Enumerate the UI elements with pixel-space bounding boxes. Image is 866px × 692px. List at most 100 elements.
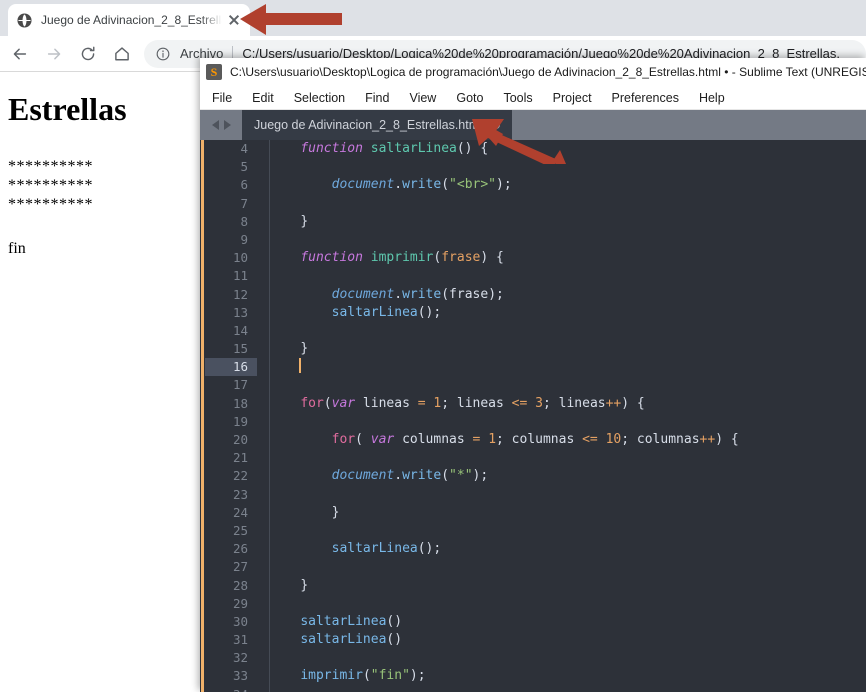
code-token: ++ <box>699 432 716 447</box>
code-token: ; <box>433 304 442 320</box>
code-line[interactable]: } <box>269 577 866 595</box>
code-line[interactable] <box>269 267 866 285</box>
info-icon[interactable] <box>154 45 172 63</box>
code-line[interactable] <box>269 413 866 431</box>
code-token: { <box>496 250 504 266</box>
code-line[interactable] <box>269 558 866 576</box>
reload-button[interactable] <box>74 40 102 68</box>
code-line[interactable] <box>269 158 866 176</box>
code-line[interactable]: document.write("<br>"); <box>269 176 866 194</box>
code-line[interactable]: saltarLinea(); <box>269 304 866 322</box>
line-number: 22 <box>232 468 248 484</box>
code-token: var <box>331 395 356 411</box>
sublime-editor[interactable]: 4 5 6 7 8 9 10 11 12 13 14 15 16 17 18 19 20 21 22 23 24 25 26… <box>200 140 866 692</box>
menu-edit[interactable]: Edit <box>252 91 274 105</box>
menu-view[interactable]: View <box>409 91 436 105</box>
code-token: document <box>331 286 395 302</box>
code-token: lineas <box>355 395 418 411</box>
code-token: 3 <box>535 395 543 411</box>
menu-tools[interactable]: Tools <box>503 91 532 105</box>
code-token: frase <box>441 250 481 266</box>
code-token: <= <box>511 395 528 411</box>
code-line[interactable]: function saltarLinea() { <box>269 140 866 158</box>
code-token: ; <box>496 286 504 302</box>
code-token: ) <box>621 395 630 411</box>
code-line[interactable] <box>269 522 866 540</box>
menu-preferences[interactable]: Preferences <box>612 91 679 105</box>
menu-goto[interactable]: Goto <box>456 91 483 105</box>
code-line[interactable]: } <box>269 504 866 522</box>
chrome-tab[interactable]: Juego de Adivinacion_2_8_Estrellas.html <box>8 4 250 36</box>
code-token: = <box>417 395 426 411</box>
line-number: 33 <box>232 668 248 684</box>
code-line[interactable] <box>269 649 866 667</box>
line-number: 30 <box>232 613 248 629</box>
code-area[interactable]: function saltarLinea() { document.write(… <box>257 140 866 692</box>
code-line[interactable]: saltarLinea() <box>269 613 866 631</box>
code-line[interactable]: document.write(frase); <box>269 286 866 304</box>
code-line[interactable]: } <box>269 340 866 358</box>
menu-find[interactable]: Find <box>365 91 389 105</box>
menu-help[interactable]: Help <box>699 91 725 105</box>
code-line[interactable]: imprimir("fin"); <box>269 667 866 685</box>
code-line[interactable] <box>269 322 866 340</box>
code-token: ( <box>441 286 450 302</box>
chevron-right-icon[interactable] <box>223 120 231 130</box>
code-line[interactable] <box>269 486 866 504</box>
line-number: 27 <box>232 559 248 575</box>
code-line[interactable]: document.write("*"); <box>269 467 866 485</box>
line-number: 24 <box>232 504 248 520</box>
code-token: ++ <box>605 395 622 411</box>
line-number: 13 <box>232 304 248 320</box>
sublime-menu-bar: File Edit Selection Find View Goto Tools… <box>200 86 866 110</box>
code-token: write <box>402 286 442 302</box>
code-line[interactable] <box>269 449 866 467</box>
code-token: ( <box>441 468 450 484</box>
home-button[interactable] <box>108 40 136 68</box>
code-token: <= <box>582 432 598 447</box>
sublime-logo-glyph: S <box>210 64 218 79</box>
chevron-left-icon[interactable] <box>211 120 219 130</box>
line-number: 17 <box>232 377 248 393</box>
code-token: ( <box>355 432 371 447</box>
line-number: 8 <box>240 213 248 229</box>
code-line[interactable]: saltarLinea(); <box>269 540 866 558</box>
chrome-tab-title: Juego de Adivinacion_2_8_Estrellas.html <box>41 13 222 27</box>
code-line[interactable] <box>269 686 866 692</box>
code-line[interactable] <box>269 595 866 613</box>
line-number: 16 <box>205 358 257 377</box>
code-line[interactable]: } <box>269 213 866 231</box>
code-line[interactable] <box>269 195 866 213</box>
code-line[interactable]: for(var lineas = 1; lineas <= 3; lineas+… <box>269 395 866 413</box>
sublime-file-tab[interactable]: Juego de Adivinacion_2_8_Estrellas.html <box>242 110 512 140</box>
tab-scroll-arrows[interactable] <box>200 110 242 140</box>
close-icon[interactable] <box>226 12 242 28</box>
code-token: ( <box>441 177 450 193</box>
line-number: 20 <box>232 432 248 447</box>
code-token: document <box>331 468 395 484</box>
line-number: 14 <box>232 322 248 338</box>
code-line[interactable] <box>269 358 866 376</box>
code-token: ( <box>362 668 371 684</box>
menu-file[interactable]: File <box>212 91 232 105</box>
menu-selection[interactable]: Selection <box>294 91 345 105</box>
code-line[interactable]: function imprimir(frase) { <box>269 249 866 267</box>
back-button[interactable] <box>6 40 34 68</box>
code-token: ) <box>496 177 504 193</box>
unsaved-changes-dot-icon[interactable] <box>491 121 500 129</box>
code-line[interactable]: for( var columnas = 1; columnas <= 10; c… <box>269 431 866 449</box>
code-line[interactable] <box>269 376 866 394</box>
forward-button[interactable] <box>40 40 68 68</box>
line-number: 6 <box>240 177 248 193</box>
menu-project[interactable]: Project <box>553 91 592 105</box>
code-line[interactable]: saltarLinea() <box>269 631 866 649</box>
code-line[interactable] <box>269 231 866 249</box>
line-number: 19 <box>232 413 248 429</box>
code-token: ) <box>480 250 489 266</box>
